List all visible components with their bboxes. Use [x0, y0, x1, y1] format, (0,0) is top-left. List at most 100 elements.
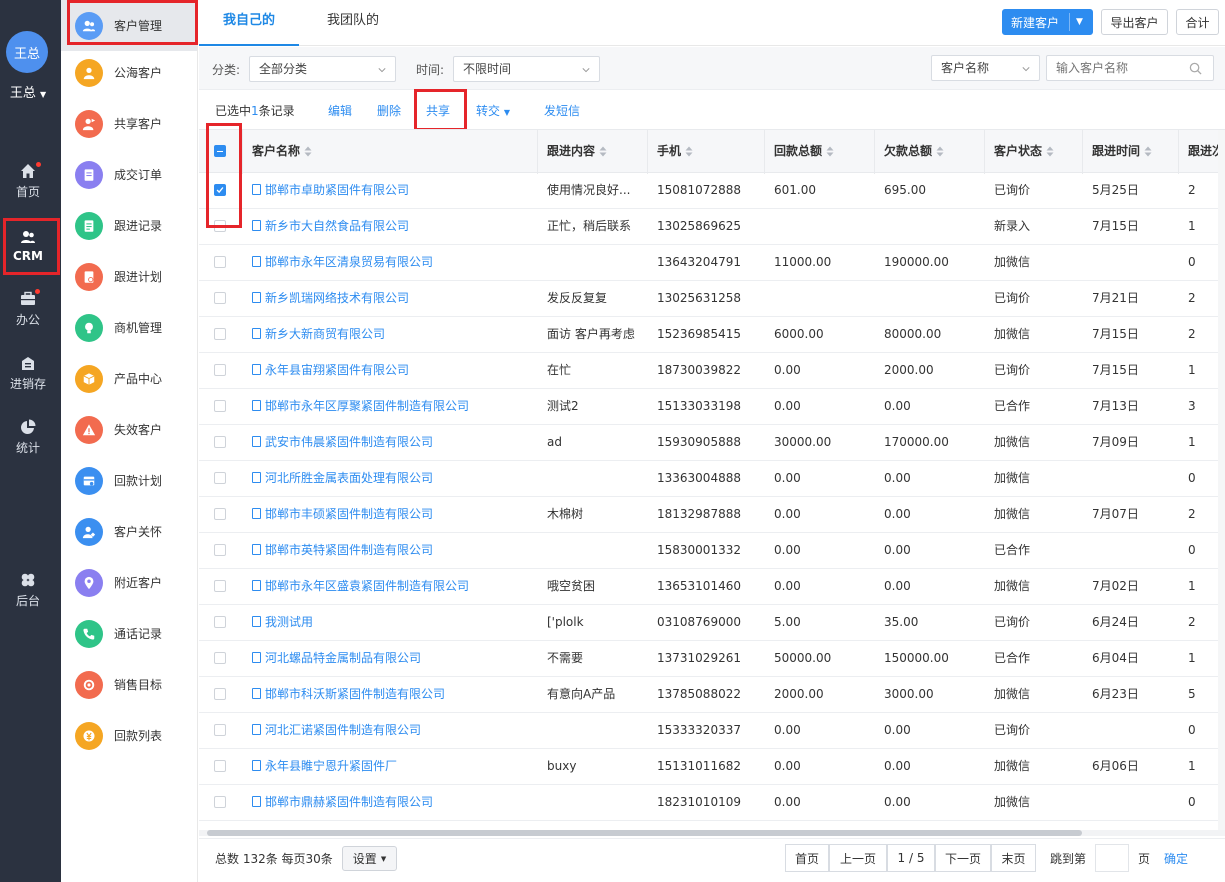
table-row[interactable]: 河北螺品特金属制品有限公司 不需要 13731029261 50000.00 15000…: [199, 641, 1225, 677]
customer-name-link[interactable]: 邯郸市永年区清泉贸易有限公司: [243, 245, 538, 281]
search-icon[interactable]: [1189, 62, 1202, 75]
transfer-button[interactable]: 转交 ▼: [476, 102, 510, 119]
row-checkbox[interactable]: [214, 580, 226, 592]
customer-name-link[interactable]: 永年县睢宁恩升紧固件厂: [243, 749, 538, 785]
sidebar-item-nearby-customers[interactable]: 附近客户: [61, 557, 197, 608]
row-checkbox[interactable]: [214, 724, 226, 736]
table-row[interactable]: 河北汇诺紧固件制造有限公司 15333320337 0.00 0.00 已询价 0: [199, 713, 1225, 749]
table-row[interactable]: 邯郸市永年区清泉贸易有限公司 13643204791 11000.00 190000.…: [199, 245, 1225, 281]
customer-name-link[interactable]: 武安市伟晨紧固件制造有限公司: [243, 425, 538, 461]
first-page-button[interactable]: 首页: [785, 844, 829, 872]
table-row[interactable]: 新乡大新商贸有限公司 面访 客户再考虑 15236985415 6000.00 8000…: [199, 317, 1225, 353]
sort-icon[interactable]: [599, 146, 607, 157]
customer-name-link[interactable]: 河北所胜金属表面处理有限公司: [243, 461, 538, 497]
rail-item-office[interactable]: 办公: [0, 291, 56, 328]
customer-name-link[interactable]: 邯郸市科沃斯紧固件制造有限公司: [243, 677, 538, 713]
rail-item-inventory[interactable]: 进销存: [0, 355, 56, 392]
sidebar-item-customer-care[interactable]: 客户关怀: [61, 506, 197, 557]
row-checkbox[interactable]: [214, 436, 226, 448]
avatar[interactable]: 王总: [6, 31, 48, 73]
row-checkbox[interactable]: [214, 544, 226, 556]
new-customer-button[interactable]: 新建客户 ▼: [1002, 9, 1093, 35]
sidebar-item-opportunities[interactable]: 商机管理: [61, 302, 197, 353]
caret-down-icon[interactable]: ▼: [1076, 10, 1083, 34]
table-row[interactable]: 邯郸市科沃斯紧固件制造有限公司 有意向A产品 13785088022 2000.00 3…: [199, 677, 1225, 713]
customer-name-link[interactable]: 邯郸市英特紧固件制造有限公司: [243, 533, 538, 569]
sort-icon[interactable]: [304, 146, 312, 157]
sidebar-item-followup-records[interactable]: 跟进记录: [61, 200, 197, 251]
column-header-phone[interactable]: 手机: [648, 130, 765, 174]
customer-name-link[interactable]: 河北汇诺紧固件制造有限公司: [243, 713, 538, 749]
table-row[interactable]: 邯郸市鼎赫紧固件制造有限公司 18231010109 0.00 0.00 加微信 0: [199, 785, 1225, 821]
prev-page-button[interactable]: 上一页: [829, 844, 887, 872]
customer-name-link[interactable]: 新乡凯瑞网络技术有限公司: [243, 281, 538, 317]
customer-name-link[interactable]: 永年县宙翔紧固件有限公司: [243, 353, 538, 389]
sidebar-item-payment-list[interactable]: 回款列表: [61, 710, 197, 761]
sidebar-item-call-records[interactable]: 通话记录: [61, 608, 197, 659]
row-checkbox[interactable]: [214, 472, 226, 484]
edit-button[interactable]: 编辑: [328, 102, 352, 119]
customer-name-link[interactable]: 邯郸市永年区厚聚紧固件制造有限公司: [243, 389, 538, 425]
sort-icon[interactable]: [685, 146, 693, 157]
customer-name-link[interactable]: 邯郸市永年区盛袁紧固件制造有限公司: [243, 569, 538, 605]
horizontal-scrollbar[interactable]: [199, 830, 1225, 836]
table-row[interactable]: 永年县睢宁恩升紧固件厂 buxy 15131011682 0.00 0.00 加微信 6月0…: [199, 749, 1225, 785]
category-select[interactable]: 全部分类: [249, 56, 396, 82]
table-row[interactable]: 邯郸市英特紧固件制造有限公司 15830001332 0.00 0.00 已合作 0: [199, 533, 1225, 569]
column-header-owed[interactable]: 欠款总额: [875, 130, 985, 174]
table-row[interactable]: 邯郸市丰硕紧固件制造有限公司 木棉树 18132987888 0.00 0.00 加微信 7…: [199, 497, 1225, 533]
sort-icon[interactable]: [1046, 146, 1054, 157]
row-checkbox[interactable]: [214, 364, 226, 376]
row-checkbox[interactable]: [214, 688, 226, 700]
rail-item-home[interactable]: 首页: [0, 163, 56, 200]
search-field-select[interactable]: 客户名称: [931, 55, 1040, 81]
settings-dropdown[interactable]: 设置 ▼: [342, 846, 397, 871]
sidebar-item-payment-plans[interactable]: 回款计划: [61, 455, 197, 506]
row-checkbox[interactable]: [214, 508, 226, 520]
table-row[interactable]: 邯郸市永年区盛袁紧固件制造有限公司 哦空贫困 13653101460 0.00 0.00…: [199, 569, 1225, 605]
customer-name-link[interactable]: 我测试用: [243, 605, 538, 641]
sort-icon[interactable]: [826, 146, 834, 157]
row-checkbox[interactable]: [214, 256, 226, 268]
last-page-button[interactable]: 末页: [991, 844, 1036, 872]
row-checkbox[interactable]: [214, 328, 226, 340]
customer-name-link[interactable]: 邯郸市鼎赫紧固件制造有限公司: [243, 785, 538, 821]
sidebar-item-shared-customers[interactable]: 共享客户: [61, 98, 197, 149]
tab-team[interactable]: 我团队的: [327, 0, 379, 46]
merge-button[interactable]: 合计: [1176, 9, 1219, 35]
table-row[interactable]: 永年县宙翔紧固件有限公司 在忙 18730039822 0.00 2000.00 已询价 7…: [199, 353, 1225, 389]
tab-mine[interactable]: 我自己的: [199, 0, 299, 46]
export-customers-button[interactable]: 导出客户: [1101, 9, 1168, 35]
time-select[interactable]: 不限时间: [453, 56, 600, 82]
column-header-name[interactable]: 客户名称: [243, 130, 538, 174]
table-row[interactable]: 河北所胜金属表面处理有限公司 13363004888 0.00 0.00 加微信 0: [199, 461, 1225, 497]
table-row[interactable]: 新乡凯瑞网络技术有限公司 发反反复复 13025631258 已询价 7月21日 2: [199, 281, 1225, 317]
rail-item-admin[interactable]: 后台: [0, 572, 56, 609]
customer-name-link[interactable]: 新乡大新商贸有限公司: [243, 317, 538, 353]
sidebar-item-invalid-customers[interactable]: 失效客户: [61, 404, 197, 455]
row-checkbox[interactable]: [214, 796, 226, 808]
customer-name-link[interactable]: 邯郸市卓助紧固件有限公司: [243, 173, 538, 209]
table-row[interactable]: 新乡市大自然食品有限公司 正忙，稍后联系 13025869625 新录入 7月15日 1: [199, 209, 1225, 245]
row-checkbox[interactable]: [214, 616, 226, 628]
table-row[interactable]: 邯郸市永年区厚聚紧固件制造有限公司 测试2 15133033198 0.00 0.00 已…: [199, 389, 1225, 425]
rail-item-stats[interactable]: 统计: [0, 419, 56, 456]
customer-name-link[interactable]: 河北螺品特金属制品有限公司: [243, 641, 538, 677]
sort-icon[interactable]: [936, 146, 944, 157]
confirm-jump-button[interactable]: 确定: [1164, 850, 1188, 867]
row-checkbox[interactable]: [214, 760, 226, 772]
customer-name-link[interactable]: 邯郸市丰硕紧固件制造有限公司: [243, 497, 538, 533]
column-header-time[interactable]: 跟进时间: [1083, 130, 1179, 174]
column-header-paid[interactable]: 回款总额: [765, 130, 875, 174]
sidebar-item-products[interactable]: 产品中心: [61, 353, 197, 404]
table-row[interactable]: 邯郸市卓助紧固件有限公司 使用情况良好... 15081072888 601.00 69…: [199, 173, 1225, 209]
sidebar-item-orders[interactable]: 成交订单: [61, 149, 197, 200]
row-checkbox[interactable]: [214, 292, 226, 304]
next-page-button[interactable]: 下一页: [935, 844, 991, 872]
vertical-scrollbar[interactable]: [1218, 130, 1225, 830]
column-header-status[interactable]: 客户状态: [985, 130, 1083, 174]
delete-button[interactable]: 删除: [377, 102, 401, 119]
table-row[interactable]: 武安市伟晨紧固件制造有限公司 ad 15930905888 30000.00 17000…: [199, 425, 1225, 461]
row-checkbox[interactable]: [214, 400, 226, 412]
sidebar-item-public-customers[interactable]: 公海客户: [61, 47, 197, 98]
